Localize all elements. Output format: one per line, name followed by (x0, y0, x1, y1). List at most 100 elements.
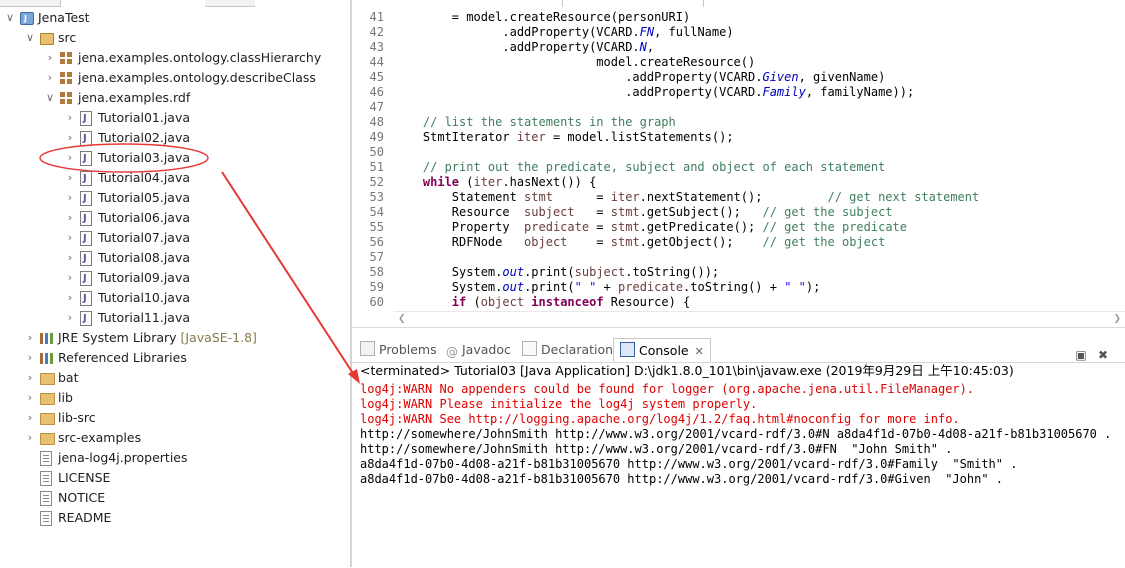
maximize-view-button[interactable]: ✖ (1096, 348, 1110, 362)
code-token: out (502, 265, 525, 279)
chevron-right-icon[interactable]: › (24, 328, 36, 348)
tree-item[interactable]: › lib (0, 388, 350, 408)
java-file-icon (80, 189, 92, 209)
close-icon[interactable]: ✕ (695, 345, 704, 358)
code-token: stmt (610, 220, 640, 234)
explorer-tab[interactable] (0, 0, 61, 7)
tree-item-label: bat (58, 368, 79, 388)
tree-item[interactable]: LICENSE (0, 468, 350, 488)
code-line[interactable]: 60 if (object instanceof Resource) { (352, 295, 1125, 310)
tree-item[interactable]: ∨ jena.examples.rdf (0, 88, 350, 108)
tab-javadoc[interactable]: @ Javadoc (446, 340, 511, 360)
chevron-right-icon[interactable]: › (24, 428, 36, 448)
code-line[interactable]: 52 while (iter.hasNext()) { (352, 175, 1125, 190)
code-line[interactable]: 55 Property predicate = stmt.getPredicat… (352, 220, 1125, 235)
tree-item[interactable]: › Tutorial03.java (0, 148, 350, 169)
chevron-right-icon[interactable]: › (64, 188, 76, 208)
editor-horizontal-scrollbar[interactable]: ❮ ❯ (394, 311, 1125, 328)
code-line[interactable]: 59 System.out.print(" " + predicate.toSt… (352, 280, 1125, 295)
tree-item[interactable]: › Referenced Libraries (0, 348, 350, 368)
tree-item[interactable]: › Tutorial01.java (0, 108, 350, 129)
line-number: 54 (369, 205, 384, 219)
code-line[interactable]: 42 .addProperty(VCARD.FN, fullName) (352, 25, 1125, 40)
chevron-right-icon[interactable]: › (64, 288, 76, 308)
tab-declaration[interactable]: Declaration (522, 340, 613, 360)
tree-item[interactable]: NOTICE (0, 488, 350, 508)
tree-item[interactable]: › Tutorial09.java (0, 268, 350, 289)
chevron-right-icon[interactable]: › (64, 228, 76, 248)
code-line[interactable]: 46 .addProperty(VCARD.Family, familyName… (352, 85, 1125, 100)
tree-item[interactable]: › jena.examples.ontology.describeClass (0, 68, 350, 88)
code-line[interactable]: 54 Resource subject = stmt.getSubject();… (352, 205, 1125, 220)
tree-item[interactable]: ∨ src (0, 28, 350, 48)
chevron-right-icon[interactable]: › (64, 248, 76, 268)
code-line[interactable]: 58 System.out.print(subject.toString()); (352, 265, 1125, 280)
chevron-right-icon[interactable]: › (64, 168, 76, 188)
chevron-right-icon[interactable]: › (64, 268, 76, 288)
code-line[interactable]: 53 Statement stmt = iter.nextStatement()… (352, 190, 1125, 205)
line-number: 53 (369, 190, 384, 204)
code-line[interactable]: 41 = model.createResource(personURI) (352, 10, 1125, 25)
tree-item[interactable]: › Tutorial04.java (0, 168, 350, 189)
tree-item[interactable]: › Tutorial02.java (0, 128, 350, 149)
tree-item-label: JRE System Library [JavaSE-1.8] (58, 328, 257, 348)
tree-item[interactable]: jena-log4j.properties (0, 448, 350, 468)
scroll-left-icon[interactable]: ❮ (398, 314, 406, 324)
tree-item[interactable]: › Tutorial07.java (0, 228, 350, 249)
editor-tab[interactable] (562, 0, 704, 7)
tree-item[interactable]: › lib-src (0, 408, 350, 428)
line-number: 51 (369, 160, 384, 174)
explorer-tab-strip (0, 0, 351, 7)
code-line[interactable]: 44 model.createResource() (352, 55, 1125, 70)
chevron-right-icon[interactable]: › (24, 388, 36, 408)
chevron-right-icon[interactable]: › (64, 208, 76, 228)
chevron-right-icon[interactable]: › (64, 308, 76, 328)
code-line[interactable]: 51 // print out the predicate, subject a… (352, 160, 1125, 175)
tree-item[interactable]: README (0, 508, 350, 528)
chevron-down-icon[interactable]: ∨ (4, 8, 16, 28)
tree-item[interactable]: › bat (0, 368, 350, 388)
tree-item[interactable]: ∨ JenaTest (0, 8, 350, 29)
chevron-right-icon[interactable]: › (24, 408, 36, 428)
tree-item[interactable]: › jena.examples.ontology.classHierarchy (0, 48, 350, 68)
code-line[interactable]: 56 RDFNode object = stmt.getObject(); //… (352, 235, 1125, 250)
tree-item[interactable]: › Tutorial10.java (0, 288, 350, 309)
tree-item[interactable]: › Tutorial05.java (0, 188, 350, 209)
code-line[interactable]: 49 StmtIterator iter = model.listStateme… (352, 130, 1125, 145)
code-line[interactable]: 45 .addProperty(VCARD.Given, givenName) (352, 70, 1125, 85)
chevron-right-icon[interactable]: › (64, 128, 76, 148)
tree-item-label: JenaTest (38, 8, 90, 28)
explorer-tab-secondary[interactable] (205, 0, 255, 7)
code-line[interactable]: 57 (352, 250, 1125, 265)
minimize-view-button[interactable]: ▣ (1074, 348, 1088, 362)
code-token: // list the statements in the graph (394, 115, 676, 129)
scroll-right-icon[interactable]: ❯ (1113, 314, 1121, 324)
chevron-right-icon[interactable]: › (24, 348, 36, 368)
chevron-down-icon[interactable]: ∨ (24, 28, 36, 48)
code-line[interactable]: 48 // list the statements in the graph (352, 115, 1125, 130)
line-number: 45 (369, 70, 384, 84)
chevron-right-icon[interactable]: › (64, 108, 76, 128)
tree-item[interactable]: › Tutorial11.java (0, 308, 350, 329)
chevron-right-icon[interactable]: › (64, 148, 76, 168)
chevron-right-icon[interactable]: › (44, 48, 56, 68)
code-token: + (596, 280, 619, 294)
code-line[interactable]: 47 (352, 100, 1125, 115)
chevron-down-icon[interactable]: ∨ (44, 88, 56, 108)
tree-item[interactable]: › Tutorial08.java (0, 248, 350, 269)
tab-console[interactable]: Console ✕ (613, 338, 711, 362)
code-line[interactable]: 50 (352, 145, 1125, 160)
tree-item[interactable]: › src-examples (0, 428, 350, 448)
code-text: if (object instanceof Resource) { (394, 295, 690, 310)
code-line[interactable]: 43 .addProperty(VCARD.N, (352, 40, 1125, 55)
java-file-icon (80, 229, 92, 249)
line-number: 52 (369, 175, 384, 189)
problems-icon (360, 341, 375, 356)
code-editor[interactable]: 41 = model.createResource(personURI) 42 .… (352, 0, 1125, 328)
tree-item[interactable]: › JRE System Library [JavaSE-1.8] (0, 328, 350, 348)
tree-item[interactable]: › Tutorial06.java (0, 208, 350, 229)
folder-icon (40, 433, 55, 445)
chevron-right-icon[interactable]: › (24, 368, 36, 388)
chevron-right-icon[interactable]: › (44, 68, 56, 88)
tab-problems[interactable]: Problems (360, 340, 437, 360)
